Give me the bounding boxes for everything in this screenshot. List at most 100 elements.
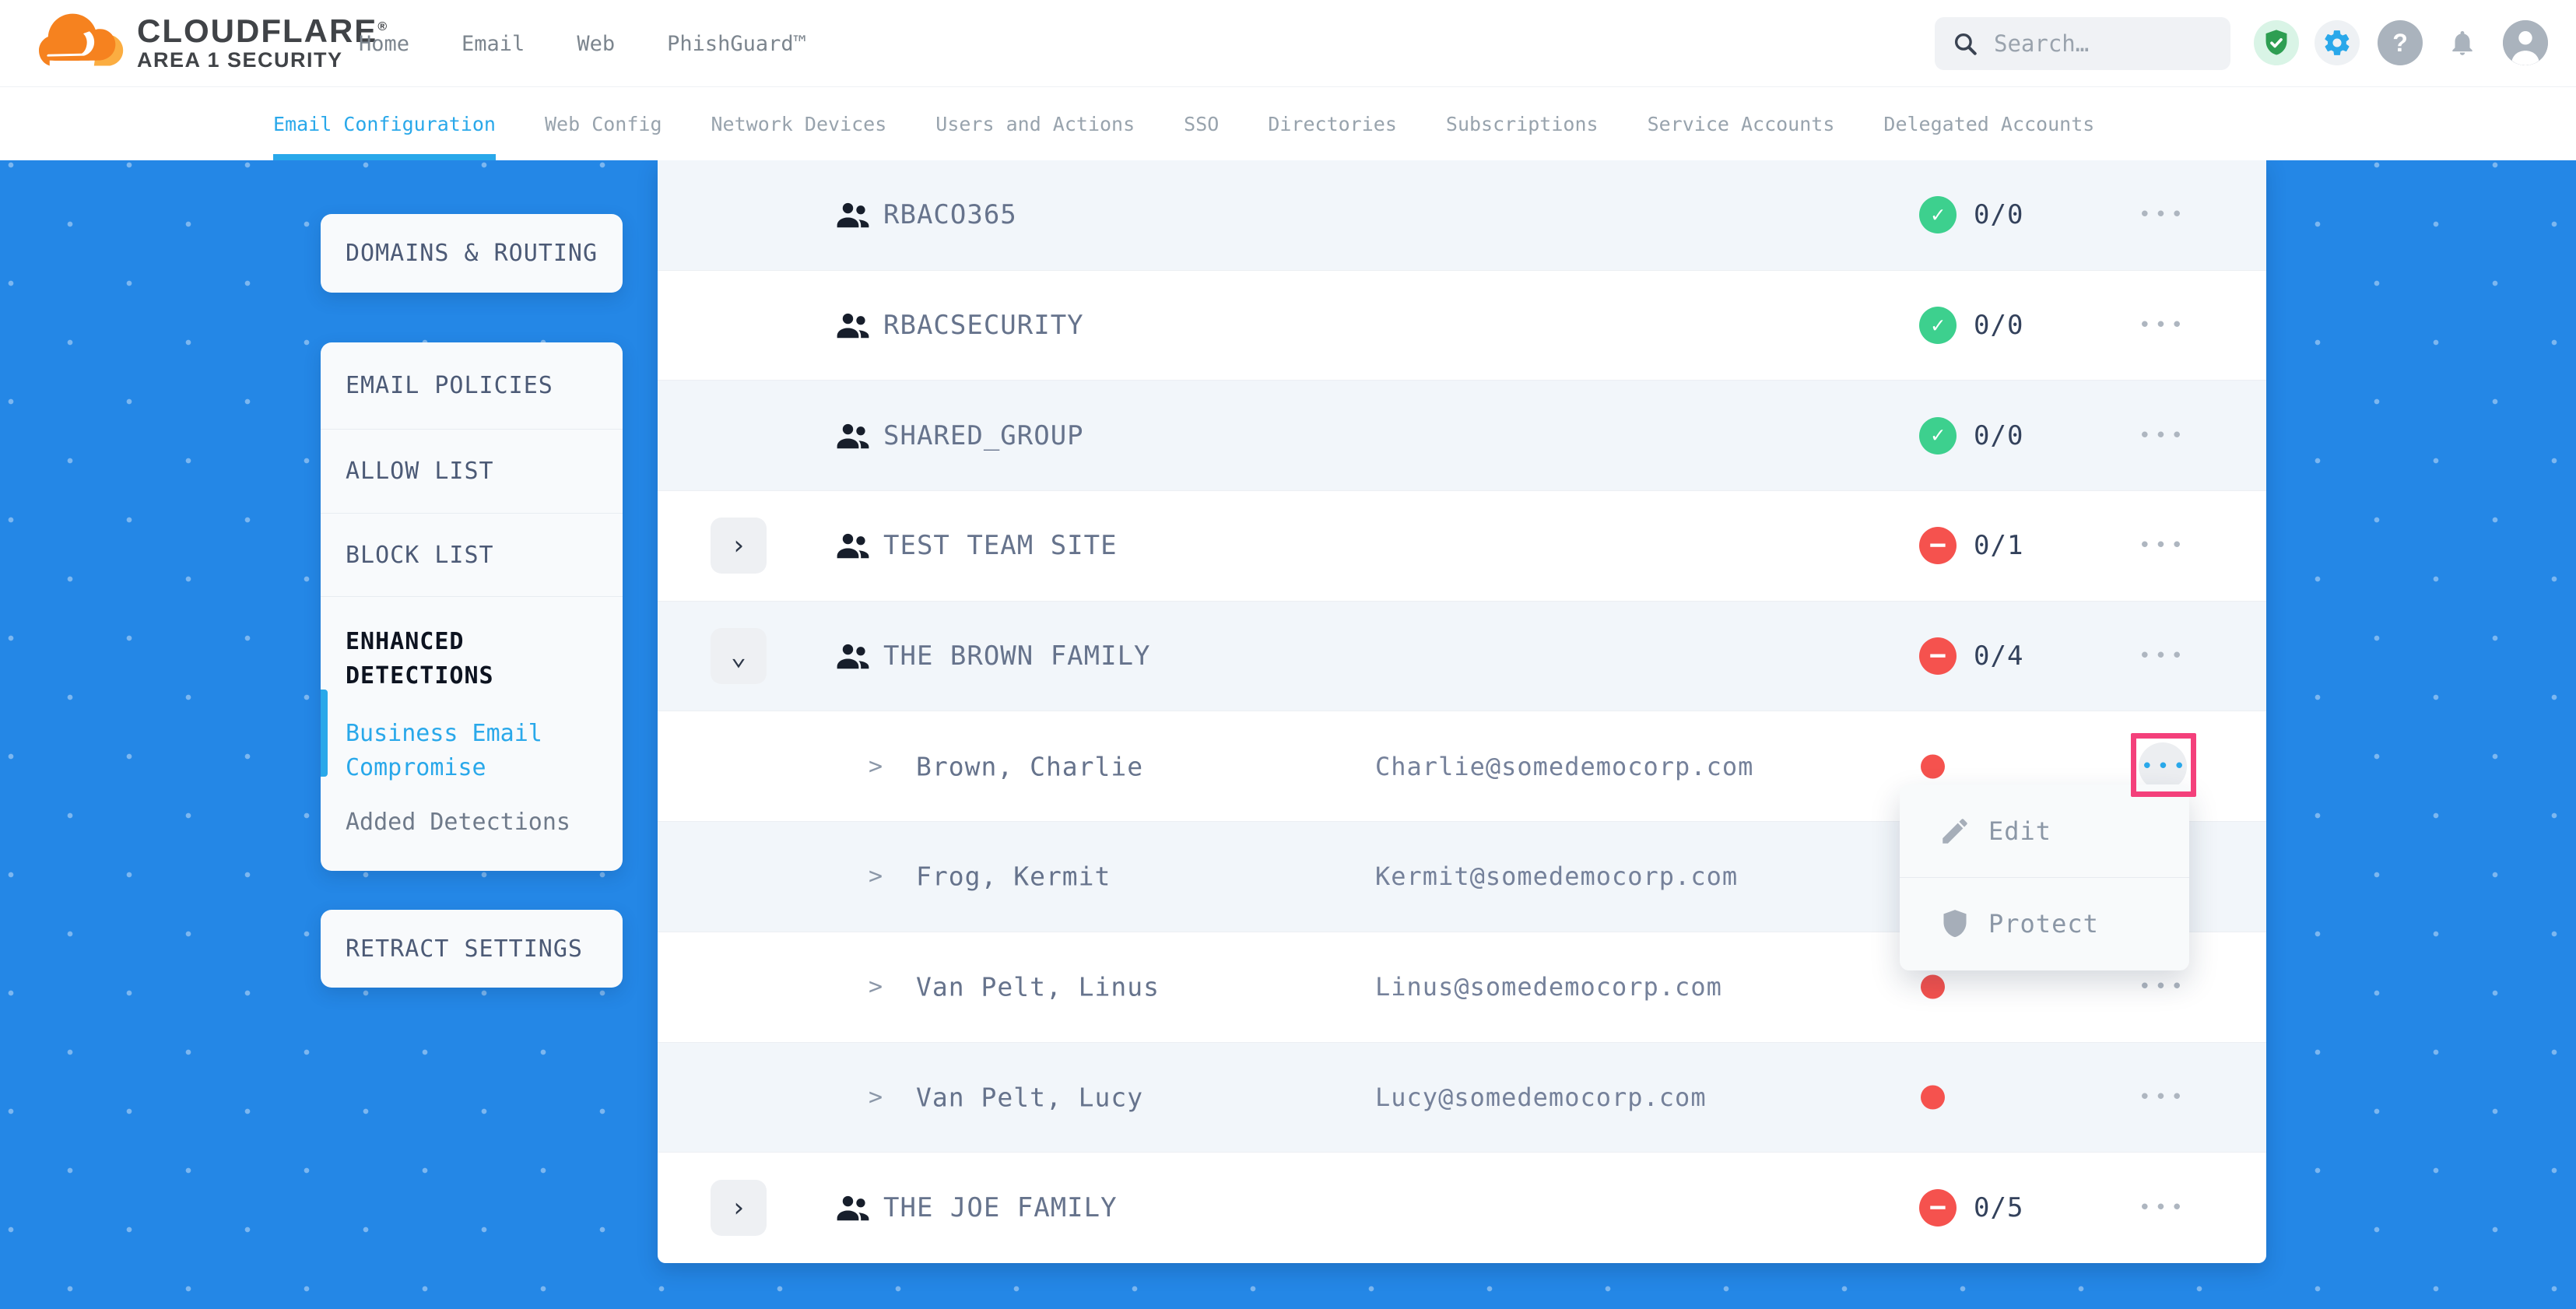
- chevron-down-icon: ⌄: [731, 640, 746, 672]
- more-options-button[interactable]: •••: [2139, 1196, 2187, 1220]
- table-row: > Van Pelt, Lucy Lucy@somedemocorp.com •…: [658, 1043, 2266, 1153]
- chevron-right-icon: ›: [731, 1192, 746, 1223]
- table-row: RBACO365 ✓ 0/0 •••: [658, 160, 2266, 271]
- member-name: Van Pelt, Linus: [916, 972, 1160, 1002]
- tab-directories[interactable]: Directories: [1268, 87, 1397, 160]
- protected-count: 0/0: [1974, 310, 2023, 341]
- group-name: THE JOE FAMILY: [883, 1192, 1118, 1223]
- protected-count: 0/4: [1974, 640, 2023, 672]
- minus-icon: −: [1929, 640, 1946, 672]
- tab-delegated-accounts[interactable]: Delegated Accounts: [1883, 87, 2094, 160]
- member-arrow-icon[interactable]: >: [869, 863, 883, 890]
- cloudflare-logo[interactable]: CLOUDFLARE® AREA 1 SECURITY: [39, 5, 388, 76]
- table-row: › THE JOE FAMILY − 0/5 •••: [658, 1153, 2266, 1263]
- gear-icon: [2322, 28, 2352, 58]
- collapse-group-button[interactable]: ⌄: [711, 628, 767, 684]
- member-arrow-icon[interactable]: >: [869, 753, 883, 780]
- group-icon: [830, 303, 876, 348]
- nav-web[interactable]: Web: [577, 32, 615, 56]
- brand-name: CLOUDFLARE®: [137, 10, 388, 48]
- notifications-button[interactable]: [2440, 20, 2485, 65]
- nav-phishguard[interactable]: PhishGuard™: [667, 32, 806, 56]
- menu-item-edit[interactable]: Edit: [1900, 784, 2189, 877]
- shield-icon: [1939, 907, 1971, 940]
- status-dot-unprotected: [1921, 975, 1945, 999]
- group-icon: [830, 633, 876, 679]
- sidebar-item-domains-routing[interactable]: DOMAINS & ROUTING: [321, 214, 623, 293]
- groups-table: RBACO365 ✓ 0/0 ••• RBACSECURITY ✓ 0/0 ••…: [658, 160, 2266, 1263]
- search-icon: [1952, 30, 1978, 57]
- nav-home[interactable]: Home: [359, 32, 409, 56]
- table-row: ⌄ THE BROWN FAMILY − 0/4 •••: [658, 602, 2266, 712]
- help-button[interactable]: ?: [2378, 20, 2423, 65]
- member-name: Van Pelt, Lucy: [916, 1082, 1143, 1112]
- protected-count: 0/5: [1974, 1192, 2023, 1223]
- tab-network-devices[interactable]: Network Devices: [711, 87, 887, 160]
- group-name: TEST TEAM SITE: [883, 530, 1118, 561]
- sidebar-item-block-list[interactable]: BLOCK LIST: [321, 514, 623, 597]
- more-options-button[interactable]: •••: [2139, 644, 2187, 668]
- group-name: RBACO365: [883, 199, 1017, 230]
- domains-routing-label: DOMAINS & ROUTING: [346, 240, 598, 267]
- member-arrow-icon[interactable]: >: [869, 974, 883, 1001]
- group-name: SHARED_GROUP: [883, 420, 1084, 451]
- expand-group-button[interactable]: ›: [711, 1180, 767, 1236]
- tab-sso[interactable]: SSO: [1184, 87, 1219, 160]
- more-options-button[interactable]: •••: [2139, 975, 2187, 998]
- table-row: SHARED_GROUP ✓ 0/0 •••: [658, 381, 2266, 491]
- menu-item-protect[interactable]: Protect: [1900, 877, 2189, 970]
- more-options-button[interactable]: •••: [2139, 424, 2187, 447]
- group-icon: [830, 1185, 876, 1230]
- check-icon: ✓: [1932, 422, 1945, 447]
- sidebar-item-business-email-compromise[interactable]: Business Email Compromise: [346, 717, 598, 785]
- status-badge-ok: ✓: [1919, 417, 1957, 454]
- protected-count: 0/0: [1974, 199, 2023, 230]
- tab-web-config[interactable]: Web Config: [545, 87, 662, 160]
- retract-settings-label: RETRACT SETTINGS: [346, 935, 583, 963]
- status-dot-unprotected: [1921, 754, 1945, 778]
- top-header: CLOUDFLARE® AREA 1 SECURITY Home Email W…: [0, 0, 2576, 87]
- search-bar[interactable]: [1935, 17, 2230, 70]
- member-email: Kermit@somedemocorp.com: [1375, 862, 1738, 891]
- brand-subtitle: AREA 1 SECURITY: [137, 48, 388, 72]
- active-item-indicator: [321, 690, 328, 777]
- more-options-button[interactable]: •••: [2139, 314, 2187, 337]
- status-badge-blocked: −: [1919, 1189, 1957, 1227]
- sidebar-section-enhanced-detections: ENHANCED DETECTIONS Business Email Compr…: [321, 597, 623, 840]
- enhanced-detections-heading[interactable]: ENHANCED DETECTIONS: [346, 625, 598, 693]
- more-options-button[interactable]: •••: [2139, 203, 2187, 226]
- settings-gear-button[interactable]: [2315, 20, 2360, 65]
- account-avatar-button[interactable]: [2503, 20, 2548, 65]
- table-row: › TEST TEAM SITE − 0/1 •••: [658, 491, 2266, 602]
- group-icon: [830, 523, 876, 568]
- more-options-button[interactable]: •••: [2139, 534, 2187, 557]
- member-arrow-icon[interactable]: >: [869, 1083, 883, 1111]
- sidebar-policies-card: EMAIL POLICIES ALLOW LIST BLOCK LIST ENH…: [321, 342, 623, 871]
- bell-icon: [2448, 28, 2477, 58]
- more-options-button[interactable]: •••: [2139, 1086, 2187, 1109]
- expand-group-button[interactable]: ›: [711, 518, 767, 574]
- tab-service-accounts[interactable]: Service Accounts: [1648, 87, 1835, 160]
- group-name: THE BROWN FAMILY: [883, 640, 1151, 672]
- search-input[interactable]: [1994, 30, 2213, 57]
- tab-users-and-actions[interactable]: Users and Actions: [935, 87, 1135, 160]
- status-badge-ok: ✓: [1919, 196, 1957, 233]
- chevron-right-icon: ›: [731, 530, 746, 561]
- sidebar-item-email-policies[interactable]: EMAIL POLICIES: [321, 342, 623, 430]
- tab-email-configuration[interactable]: Email Configuration: [273, 87, 496, 160]
- status-badge-ok: ✓: [1919, 307, 1957, 344]
- cloudflare-cloud-icon: [39, 5, 131, 76]
- app-background: CLOUDFLARE® AREA 1 SECURITY Home Email W…: [0, 0, 2576, 1309]
- sidebar-item-retract-settings[interactable]: RETRACT SETTINGS: [321, 910, 623, 988]
- protection-status-icon[interactable]: [2254, 20, 2299, 65]
- primary-nav: Home Email Web PhishGuard™: [359, 0, 806, 87]
- annotation-highlight-box: [2131, 733, 2196, 797]
- member-name: Brown, Charlie: [916, 751, 1143, 781]
- group-icon: [830, 413, 876, 458]
- nav-email[interactable]: Email: [462, 32, 525, 56]
- tab-subscriptions[interactable]: Subscriptions: [1446, 87, 1599, 160]
- sidebar-item-added-detections[interactable]: Added Detections: [346, 805, 598, 840]
- protected-count: 0/1: [1974, 530, 2023, 561]
- sidebar-item-allow-list[interactable]: ALLOW LIST: [321, 430, 623, 514]
- minus-icon: −: [1929, 1191, 1946, 1223]
